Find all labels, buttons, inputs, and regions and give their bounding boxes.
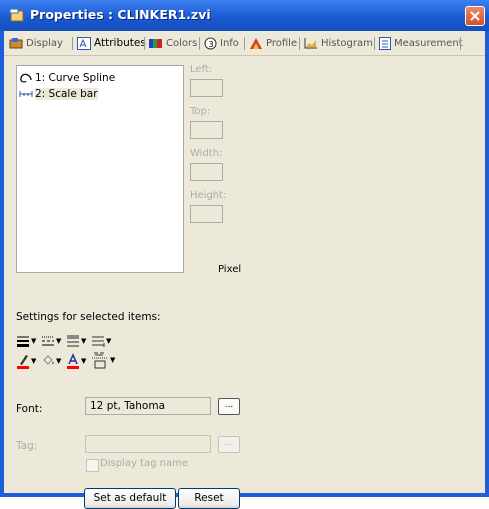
tab-divider xyxy=(374,37,375,50)
fill-style-icon xyxy=(67,335,79,347)
tab-label: Display xyxy=(26,37,63,49)
tag-browse-button[interactable]: ... xyxy=(218,436,240,453)
font-color-button[interactable]: ▼ xyxy=(66,353,86,369)
line-width-icon xyxy=(17,336,29,347)
text-frame-button[interactable]: ▼ xyxy=(91,352,115,369)
line-width-button[interactable]: ▼ xyxy=(16,333,36,349)
tab-divider xyxy=(244,37,245,50)
width-field xyxy=(190,163,223,181)
tab-bar: Display Attributes Colors 3 Info Profile xyxy=(4,31,485,56)
fill-color-icon xyxy=(43,355,55,365)
unit-label: Pixel xyxy=(218,264,242,275)
list-item-label: 2: Scale bar xyxy=(35,88,98,100)
items-list[interactable]: 1: Curve Spline 2: Scale bar xyxy=(16,65,184,273)
tab-divider xyxy=(460,37,461,50)
pen-color-icon xyxy=(17,355,29,369)
title-bar[interactable]: Properties : CLINKER1.zvi xyxy=(0,0,489,31)
line-style-button[interactable]: ▼ xyxy=(41,333,61,349)
tab-divider xyxy=(144,37,145,50)
left-label: Left: xyxy=(190,64,213,75)
top-field xyxy=(190,121,223,139)
list-item[interactable]: 1: Curve Spline xyxy=(19,71,115,85)
line-end-button[interactable]: ▼ xyxy=(91,333,111,349)
reset-button[interactable]: Reset xyxy=(178,488,240,509)
svg-text:3: 3 xyxy=(209,40,214,49)
tab-display[interactable]: Display xyxy=(9,35,63,51)
font-field: 12 pt, Tahoma xyxy=(85,397,211,415)
tab-label: Profile xyxy=(266,37,298,49)
attributes-icon xyxy=(77,36,91,50)
tab-divider xyxy=(199,37,200,50)
text-frame-icon xyxy=(92,352,108,369)
tab-info[interactable]: 3 Info xyxy=(204,35,239,51)
top-label: Top: xyxy=(190,106,211,117)
tab-profile[interactable]: Profile xyxy=(249,35,297,51)
tab-attributes[interactable]: Attributes xyxy=(77,35,146,51)
set-as-default-button[interactable]: Set as default xyxy=(84,488,176,509)
tab-measurement[interactable]: Measurement xyxy=(379,35,463,51)
width-label: Width: xyxy=(190,148,223,159)
histogram-icon xyxy=(304,38,317,49)
tab-colors[interactable]: Colors xyxy=(149,35,197,51)
list-item-label: 1: Curve Spline xyxy=(35,72,116,84)
tab-divider xyxy=(72,37,73,50)
close-button[interactable] xyxy=(465,6,485,26)
height-field xyxy=(190,205,223,223)
display-tag-name-label: Display tag name xyxy=(100,458,188,469)
attributes-panel: 1: Curve Spline 2: Scale bar Left: Top: … xyxy=(4,56,485,509)
properties-window: Properties : CLINKER1.zvi Display Attrib… xyxy=(0,0,489,509)
font-browse-button[interactable]: ... xyxy=(218,398,240,415)
tab-label: Colors xyxy=(166,37,198,49)
tab-label: Measurement xyxy=(394,37,463,49)
display-tag-name-checkbox[interactable] xyxy=(86,459,99,472)
tab-histogram[interactable]: Histogram xyxy=(304,35,373,51)
line-end-icon xyxy=(92,336,105,347)
line-style-icon xyxy=(42,336,54,346)
profile-icon xyxy=(250,37,262,49)
scale-bar-icon xyxy=(19,91,33,97)
font-color-icon xyxy=(67,353,79,369)
tag-label: Tag: xyxy=(16,440,38,452)
tab-label: Histogram xyxy=(321,37,373,49)
measurement-icon xyxy=(379,36,391,50)
tab-label: Attributes xyxy=(94,37,146,49)
height-label: Height: xyxy=(190,190,227,201)
curve-spline-icon xyxy=(20,73,32,83)
font-label: Font: xyxy=(16,403,43,415)
tab-label: Info xyxy=(220,37,239,49)
tag-field[interactable] xyxy=(85,435,211,453)
pen-color-button[interactable]: ▼ xyxy=(16,353,36,369)
display-icon xyxy=(9,38,23,49)
close-icon xyxy=(470,11,480,21)
properties-icon xyxy=(9,8,24,22)
fill-color-button[interactable]: ▼ xyxy=(41,353,61,369)
window-title: Properties : CLINKER1.zvi xyxy=(30,7,211,22)
list-item[interactable]: 2: Scale bar xyxy=(19,87,98,101)
colors-icon xyxy=(149,38,162,48)
settings-label: Settings for selected items: xyxy=(16,311,161,323)
tab-divider xyxy=(299,37,300,50)
fill-style-button[interactable]: ▼ xyxy=(66,333,86,349)
left-field xyxy=(190,79,223,97)
info-icon: 3 xyxy=(204,37,217,49)
client-area: Display Attributes Colors 3 Info Profile xyxy=(4,31,485,509)
